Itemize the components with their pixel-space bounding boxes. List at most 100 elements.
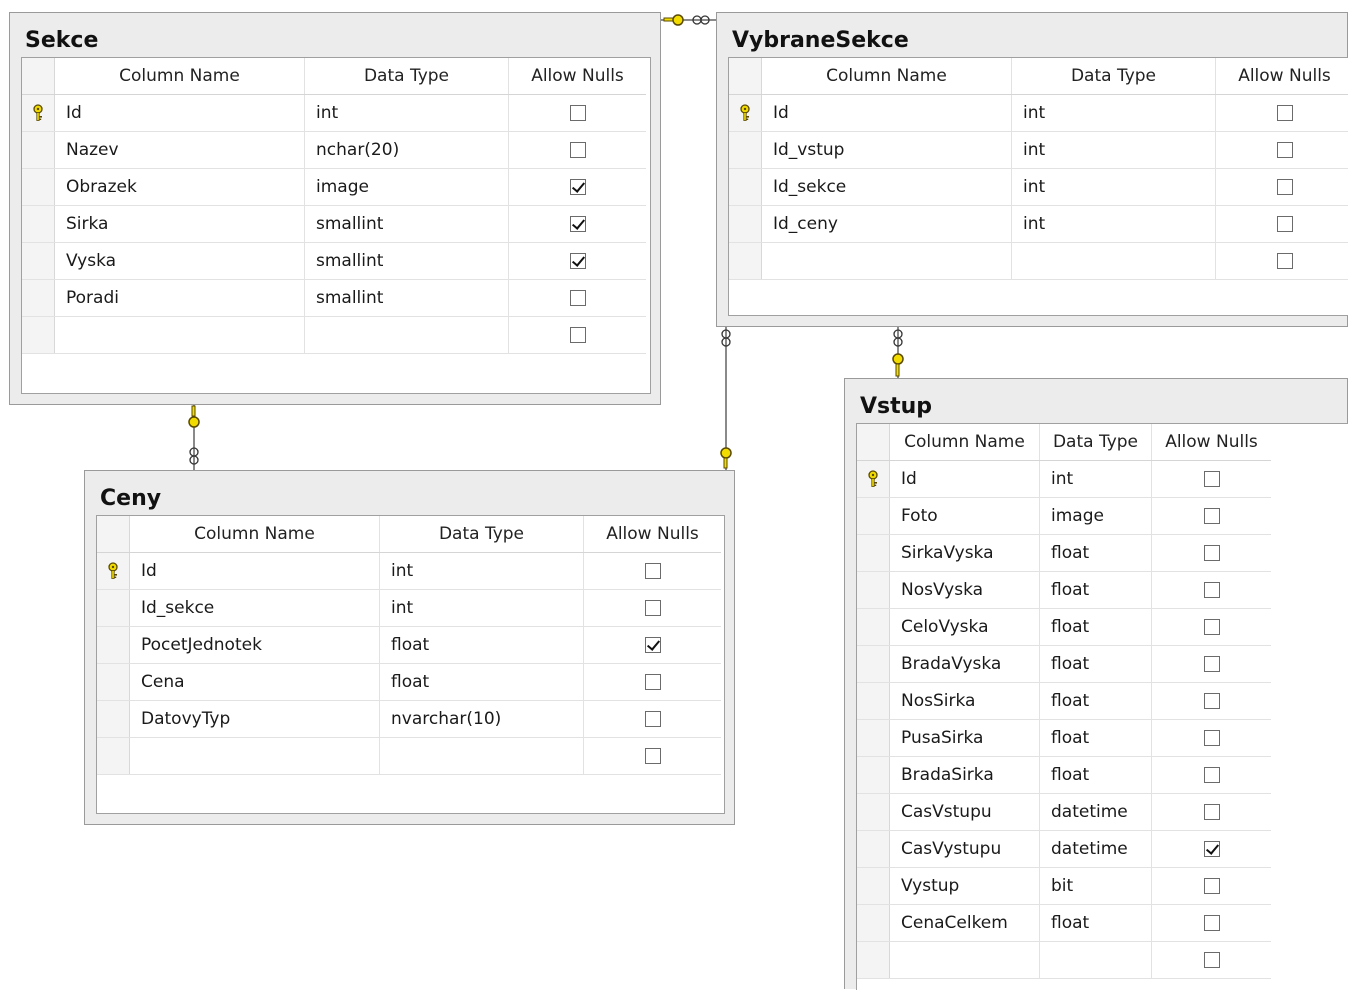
column-name-cell[interactable]: BradaSirka	[890, 757, 1040, 793]
data-type-cell[interactable]: int	[1012, 206, 1216, 242]
column-name-cell[interactable]: CasVstupu	[890, 794, 1040, 830]
table-row[interactable]: BradaSirka float	[857, 757, 1271, 794]
row-selector[interactable]	[97, 590, 130, 626]
data-type-cell[interactable]: float	[1040, 646, 1152, 682]
data-type-cell[interactable]	[305, 317, 509, 353]
data-type-cell[interactable]: bit	[1040, 868, 1152, 904]
row-selector[interactable]	[857, 498, 890, 534]
row-selector[interactable]	[97, 664, 130, 700]
data-type-cell[interactable]: smallint	[305, 243, 509, 279]
table-row[interactable]: Poradi smallint	[22, 280, 646, 317]
table-row[interactable]: Id_sekce int	[97, 590, 721, 627]
allow-nulls-checkbox[interactable]	[569, 216, 586, 232]
column-name-cell[interactable]	[130, 738, 380, 774]
column-name-cell[interactable]: Id	[130, 553, 380, 589]
row-selector[interactable]	[857, 683, 890, 719]
table-row[interactable]: Sirka smallint	[22, 206, 646, 243]
column-name-cell[interactable]: Poradi	[55, 280, 305, 316]
header-column-name[interactable]: Column Name	[130, 516, 380, 552]
table-row[interactable]: Id_ceny int	[729, 206, 1348, 243]
row-selector[interactable]	[97, 627, 130, 663]
data-type-cell[interactable]: float	[1040, 757, 1152, 793]
row-selector[interactable]	[857, 720, 890, 756]
table-row[interactable]: Id int	[97, 553, 721, 590]
allow-nulls-checkbox[interactable]	[644, 674, 661, 690]
row-selector[interactable]	[857, 535, 890, 571]
column-name-cell[interactable]: Sirka	[55, 206, 305, 242]
row-selector[interactable]	[22, 169, 55, 205]
table-row[interactable]: NosVyska float	[857, 572, 1271, 609]
data-type-cell[interactable]: float	[380, 664, 584, 700]
allow-nulls-checkbox[interactable]	[1203, 804, 1220, 820]
table-row[interactable]: CeloVyska float	[857, 609, 1271, 646]
table-row[interactable]	[97, 738, 721, 775]
row-selector[interactable]	[22, 317, 55, 353]
allow-nulls-checkbox[interactable]	[644, 711, 661, 727]
table-row[interactable]: Foto image	[857, 498, 1271, 535]
row-selector[interactable]	[729, 206, 762, 242]
header-allow-nulls[interactable]: Allow Nulls	[1152, 424, 1271, 460]
header-data-type[interactable]: Data Type	[1040, 424, 1152, 460]
allow-nulls-checkbox[interactable]	[569, 253, 586, 269]
column-name-cell[interactable]: Id	[762, 95, 1012, 131]
column-name-cell[interactable]: NosSirka	[890, 683, 1040, 719]
row-selector[interactable]	[857, 572, 890, 608]
row-selector[interactable]	[729, 243, 762, 279]
table-row[interactable]: PocetJednotek float	[97, 627, 721, 664]
allow-nulls-checkbox[interactable]	[1276, 216, 1293, 232]
column-name-cell[interactable]: Id_sekce	[762, 169, 1012, 205]
allow-nulls-checkbox[interactable]	[1276, 105, 1293, 121]
data-type-cell[interactable]: float	[1040, 609, 1152, 645]
row-selector[interactable]	[857, 461, 890, 497]
column-name-cell[interactable]: Id_ceny	[762, 206, 1012, 242]
column-name-cell[interactable]: Cena	[130, 664, 380, 700]
column-name-cell[interactable]: BradaVyska	[890, 646, 1040, 682]
table-row[interactable]: Id_sekce int	[729, 169, 1348, 206]
column-name-cell[interactable]: Id	[890, 461, 1040, 497]
row-selector[interactable]	[22, 95, 55, 131]
allow-nulls-checkbox[interactable]	[569, 327, 586, 343]
row-selector[interactable]	[22, 206, 55, 242]
row-selector[interactable]	[97, 738, 130, 774]
data-type-cell[interactable]: int	[1012, 169, 1216, 205]
allow-nulls-checkbox[interactable]	[1203, 508, 1220, 524]
allow-nulls-checkbox[interactable]	[1203, 767, 1220, 783]
row-selector[interactable]	[97, 701, 130, 737]
data-type-cell[interactable]: image	[305, 169, 509, 205]
table-ceny[interactable]: Ceny Column Name Data Type Allow Nulls Id in…	[84, 470, 735, 825]
data-type-cell[interactable]: float	[1040, 905, 1152, 941]
table-row[interactable]: Cena float	[97, 664, 721, 701]
allow-nulls-checkbox[interactable]	[1203, 693, 1220, 709]
data-type-cell[interactable]: smallint	[305, 280, 509, 316]
allow-nulls-checkbox[interactable]	[1276, 179, 1293, 195]
header-data-type[interactable]: Data Type	[1012, 58, 1216, 94]
data-type-cell[interactable]: datetime	[1040, 831, 1152, 867]
data-type-cell[interactable]	[1040, 942, 1152, 978]
table-row[interactable]: PusaSirka float	[857, 720, 1271, 757]
row-selector[interactable]	[857, 831, 890, 867]
allow-nulls-checkbox[interactable]	[1203, 545, 1220, 561]
header-allow-nulls[interactable]: Allow Nulls	[509, 58, 646, 94]
column-name-cell[interactable]: CeloVyska	[890, 609, 1040, 645]
column-name-cell[interactable]	[890, 942, 1040, 978]
table-row[interactable]: Vystup bit	[857, 868, 1271, 905]
row-selector[interactable]	[729, 132, 762, 168]
allow-nulls-checkbox[interactable]	[1203, 915, 1220, 931]
allow-nulls-checkbox[interactable]	[1203, 952, 1220, 968]
column-name-cell[interactable]: SirkaVyska	[890, 535, 1040, 571]
data-type-cell[interactable]: int	[1012, 132, 1216, 168]
data-type-cell[interactable]	[1012, 243, 1216, 279]
column-name-cell[interactable]: Obrazek	[55, 169, 305, 205]
allow-nulls-checkbox[interactable]	[1276, 142, 1293, 158]
column-name-cell[interactable]: Vystup	[890, 868, 1040, 904]
table-row[interactable]: CenaCelkem float	[857, 905, 1271, 942]
allow-nulls-checkbox[interactable]	[1203, 582, 1220, 598]
row-selector[interactable]	[857, 868, 890, 904]
table-row[interactable]: Id int	[857, 461, 1271, 498]
allow-nulls-checkbox[interactable]	[1203, 471, 1220, 487]
table-row[interactable]: SirkaVyska float	[857, 535, 1271, 572]
data-type-cell[interactable]: datetime	[1040, 794, 1152, 830]
table-row[interactable]: DatovyTyp nvarchar(10)	[97, 701, 721, 738]
table-vybranesekce[interactable]: VybraneSekce Column Name Data Type Allow N…	[716, 12, 1348, 327]
data-type-cell[interactable]: float	[1040, 572, 1152, 608]
